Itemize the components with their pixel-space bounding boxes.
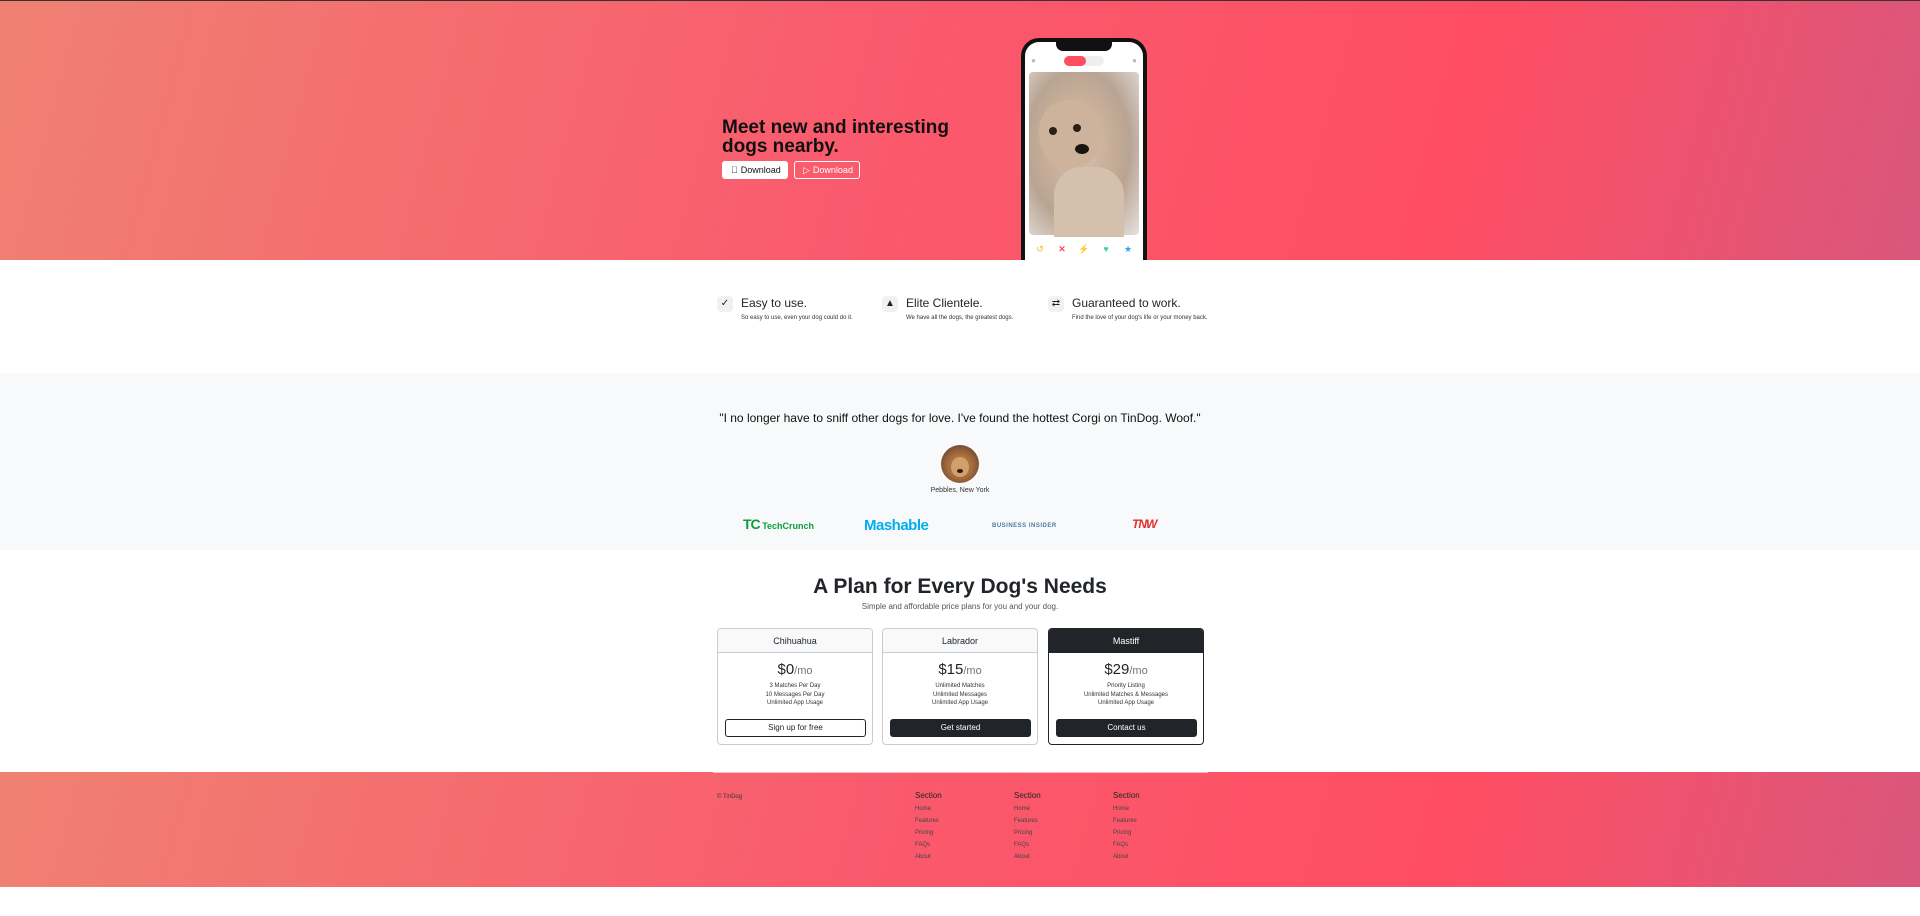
techcrunch-logo: TC TechCrunch: [743, 516, 815, 532]
phone-mockup: ● ● ↺ ✕ ⚡ ♥ ★: [1021, 38, 1147, 260]
footer-link-pricing[interactable]: Pricing: [915, 827, 942, 839]
plan-feature: Priority Listing: [1107, 683, 1145, 689]
tnw-logo: TNW: [1132, 517, 1157, 531]
pricing-subtitle: Simple and affordable price plans for yo…: [861, 602, 1059, 611]
footer-link-faqs[interactable]: FAQs: [1113, 839, 1140, 851]
footer-link-pricing[interactable]: Pricing: [1113, 827, 1140, 839]
chat-icon: ●: [1132, 56, 1137, 65]
plan-card-mastiff: Mastiff $29/mo Priority Listing Unlimite…: [1048, 628, 1204, 745]
footer-link-faqs[interactable]: FAQs: [915, 839, 942, 851]
testimonial-section: "I no longer have to sniff other dogs fo…: [0, 373, 1920, 550]
plan-name: Labrador: [883, 629, 1037, 653]
copyright: © TinDog: [717, 794, 743, 800]
nope-icon: ✕: [1058, 244, 1066, 254]
plan-feature: Unlimited App Usage: [1097, 700, 1155, 706]
footer-link-home[interactable]: Home: [915, 803, 942, 815]
footer-link-about[interactable]: About: [915, 851, 942, 863]
phone-screen: ● ● ↺ ✕ ⚡ ♥ ★: [1025, 42, 1143, 260]
footer-link-home[interactable]: Home: [1113, 803, 1140, 815]
footer-column-title: Section: [1113, 791, 1140, 800]
plan-feature: Unlimited App Usage: [766, 700, 824, 706]
plan-price: $15/mo: [938, 661, 982, 678]
download-playstore-label: Download: [812, 165, 853, 175]
get-started-button[interactable]: Get started: [890, 719, 1031, 737]
swipe-actions: ↺ ✕ ⚡ ♥ ★: [1033, 244, 1135, 255]
footer-link-features[interactable]: Features: [1014, 815, 1041, 827]
plan-name: Chihuahua: [718, 629, 872, 653]
graduation-cap-icon: ▲: [882, 296, 898, 312]
feature-text: So easy to use, even your dog could do i…: [741, 315, 853, 321]
download-playstore-button[interactable]: ▷ Download: [794, 161, 860, 179]
testimonial-quote: "I no longer have to sniff other dogs fo…: [719, 411, 1201, 425]
plan-card-labrador: Labrador $15/mo Unlimited Matches Unlimi…: [882, 628, 1038, 745]
contact-us-button[interactable]: Contact us: [1056, 719, 1197, 737]
plan-feature: Unlimited Matches: [935, 683, 985, 689]
dog-photo: [1029, 72, 1139, 237]
plan-card-chihuahua: Chihuahua $0/mo 3 Matches Per Day 10 Mes…: [717, 628, 873, 745]
apple-icon: : [731, 162, 738, 178]
footer-link-faqs[interactable]: FAQs: [1014, 839, 1041, 851]
super-like-icon: ★: [1123, 244, 1133, 254]
mashable-logo: Mashable: [864, 517, 929, 534]
footer-column: Section Home Features Pricing FAQs About: [915, 791, 942, 863]
footer-column: Section Home Features Pricing FAQs About: [1014, 791, 1041, 863]
pricing-title: A Plan for Every Dog's Needs: [813, 575, 1107, 598]
like-icon: ♥: [1103, 244, 1109, 254]
plan-feature: 10 Messages Per Day: [765, 691, 825, 698]
footer-link-home[interactable]: Home: [1014, 803, 1041, 815]
avatar: [941, 445, 979, 483]
plan-feature: Unlimited Messages: [932, 691, 988, 698]
play-store-icon: ▷: [803, 165, 810, 175]
hero-section: Meet new and interesting dogs nearby.  …: [0, 0, 1920, 260]
footer-column: Section Home Features Pricing FAQs About: [1113, 791, 1140, 863]
download-appstore-label: Download: [734, 165, 781, 175]
plan-feature: 3 Matches Per Day: [769, 683, 821, 689]
footer-column-title: Section: [1014, 791, 1041, 800]
plan-price: $29/mo: [1104, 661, 1148, 678]
footer-link-about[interactable]: About: [1014, 851, 1041, 863]
plan-feature: Unlimited App Usage: [931, 700, 989, 706]
business-insider-logo: BUSINESS INSIDER: [992, 523, 1057, 529]
feature-title: Elite Clientele.: [906, 296, 983, 310]
plan-price: $0/mo: [777, 661, 813, 678]
hero-title: Meet new and interesting dogs nearby.: [722, 117, 949, 157]
feature-title: Easy to use.: [741, 296, 808, 310]
plan-features: 3 Matches Per Day 10 Messages Per Day Un…: [718, 682, 872, 708]
feature-text: Find the love of your dog's life or your…: [1072, 315, 1208, 321]
footer-column-title: Section: [915, 791, 942, 800]
testimonial-cite: Pebbles, New York: [930, 487, 990, 494]
download-appstore-button[interactable]:  Download: [722, 161, 788, 179]
boost-icon: ⚡: [1078, 244, 1090, 254]
app-mode-toggle: [1064, 56, 1104, 66]
feature-text: We have all the dogs, the greatest dogs.: [906, 315, 1014, 321]
feature-title: Guaranteed to work.: [1072, 296, 1181, 310]
footer-link-about[interactable]: About: [1113, 851, 1140, 863]
phone-notch: [1056, 42, 1112, 51]
footer-divider: [713, 772, 1208, 773]
plan-features: Priority Listing Unlimited Matches & Mes…: [1049, 682, 1203, 708]
footer-link-features[interactable]: Features: [915, 815, 942, 827]
footer-link-pricing[interactable]: Pricing: [1014, 827, 1041, 839]
plan-features: Unlimited Matches Unlimited Messages Unl…: [883, 682, 1037, 708]
check-circle-icon: ✓: [717, 296, 733, 312]
rewind-icon: ↺: [1036, 244, 1044, 254]
footer-link-features[interactable]: Features: [1113, 815, 1140, 827]
profile-icon: ●: [1031, 56, 1036, 65]
signup-free-button[interactable]: Sign up for free: [725, 719, 866, 737]
plan-name: Mastiff: [1049, 629, 1203, 653]
plan-feature: Unlimited Matches & Messages: [1083, 691, 1169, 698]
footer: © TinDog Section Home Features Pricing F…: [0, 772, 1920, 887]
heart-arrows-icon: ⇄: [1048, 296, 1064, 312]
